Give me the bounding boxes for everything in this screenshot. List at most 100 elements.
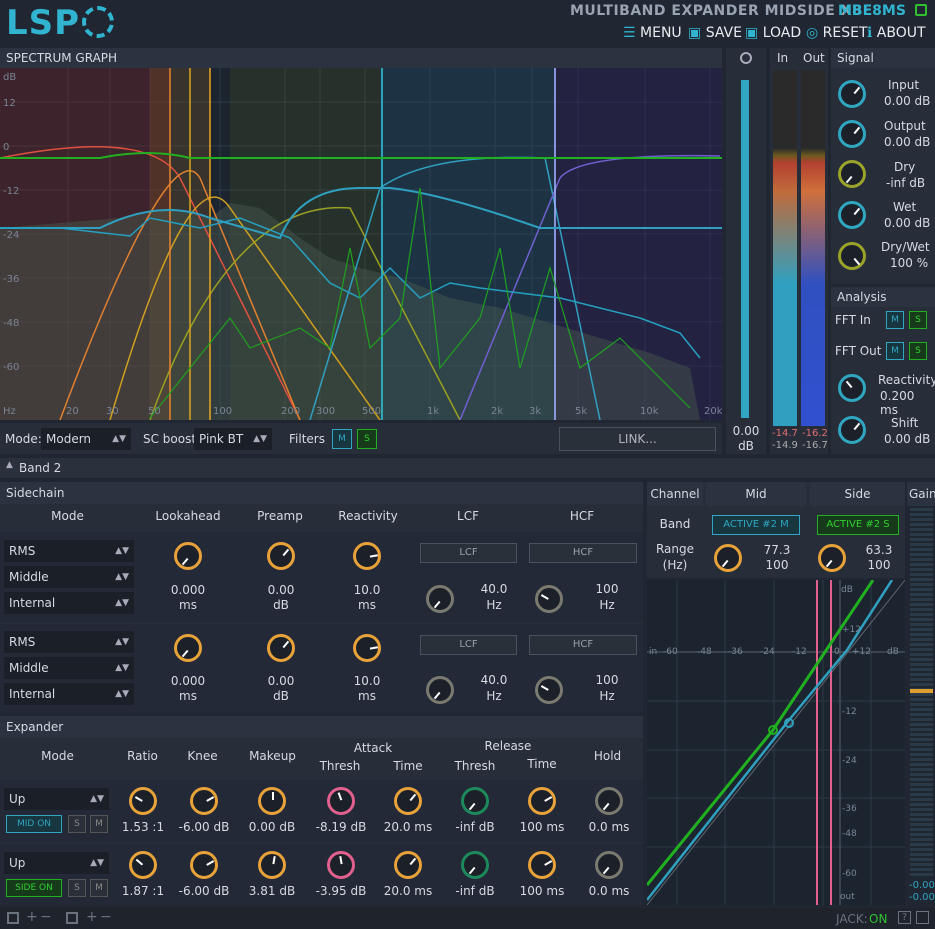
sc2-type-select[interactable]: Internal ▲▼ (4, 683, 134, 705)
sc1-preamp-knob[interactable] (267, 542, 295, 570)
transfer-curve-graph[interactable]: dB in -60 -48 -36 -24 -12 0 +12 dB +12 -… (647, 580, 905, 905)
sc1-lcf-knob[interactable] (426, 585, 454, 613)
svg-text:-12: -12 (3, 186, 19, 197)
svg-text:3k: 3k (529, 406, 541, 417)
output-label: Output (884, 119, 926, 133)
exp1-mode-select[interactable]: Up ▲▼ (4, 788, 109, 810)
exp1-ratio-knob[interactable] (129, 787, 157, 815)
menu-button[interactable]: ☰ MENU (623, 24, 682, 42)
svg-text:-60: -60 (842, 869, 857, 879)
zoom-out-icon[interactable]: − (40, 909, 52, 925)
fft-out-m-button[interactable]: M (886, 342, 904, 360)
side-on-button[interactable]: SIDE ON (6, 879, 62, 897)
jack-label: JACK: (836, 912, 868, 926)
dry-knob[interactable] (838, 160, 866, 188)
sc1-mode-select[interactable]: RMS ▲▼ (4, 540, 134, 562)
svg-text:-24: -24 (760, 647, 775, 657)
exp1-mute-button[interactable]: M (90, 815, 108, 833)
reactivity-knob[interactable] (838, 374, 866, 402)
exp-sub-release-time: Time (527, 757, 557, 771)
side-range-knob[interactable] (818, 544, 846, 572)
sc1-type-select[interactable]: Internal ▲▼ (4, 592, 134, 614)
exp2-makeup-knob[interactable] (258, 851, 286, 879)
sc1-source-select[interactable]: Middle ▲▼ (4, 566, 134, 588)
fft-in-label: FFT In (835, 313, 871, 327)
font-increase-icon[interactable]: + (86, 909, 98, 925)
sc-boost-select[interactable]: Pink BT ▲▼ (194, 428, 272, 450)
about-button[interactable]: ℹ ABOUT (867, 24, 926, 42)
svg-text:100: 100 (213, 406, 232, 417)
exp1-attack-time-value: 20.0 ms (383, 820, 433, 834)
filters-s-button[interactable]: S (357, 429, 377, 449)
spectrum-graph[interactable]: dB 12 0 -12 -24 -36 -48 -60 Hz 20 30 50 … (0, 68, 722, 420)
sc2-mode-select[interactable]: RMS ▲▼ (4, 631, 134, 653)
exp1-release-time-knob[interactable] (528, 787, 556, 815)
sc2-hcf-button[interactable]: HCF (529, 635, 637, 655)
exp1-attack-time-knob[interactable] (394, 787, 422, 815)
output-knob[interactable] (838, 120, 866, 148)
exp2-solo-button[interactable]: S (68, 879, 86, 897)
font-size-icon[interactable] (66, 912, 78, 924)
sc2-lcf-button[interactable]: LCF (420, 635, 517, 655)
exp2-release-time-knob[interactable] (528, 851, 556, 879)
zoom-icon[interactable] (740, 52, 752, 64)
sc2-lcf-knob[interactable] (426, 676, 454, 704)
sc2-hcf-knob[interactable] (535, 676, 563, 704)
sc2-reactivity-value: 10.0 (353, 674, 381, 688)
font-decrease-icon[interactable]: − (100, 909, 112, 925)
wet-knob[interactable] (838, 201, 866, 229)
side-active-button[interactable]: ACTIVE #2 S (817, 515, 899, 535)
sc1-hcf-knob[interactable] (535, 585, 563, 613)
exp2-ratio-knob[interactable] (129, 851, 157, 879)
sc2-reactivity-knob[interactable] (353, 634, 381, 662)
help-icon[interactable]: ? (898, 911, 911, 924)
zoom-slider[interactable] (741, 80, 749, 418)
mid-range-knob[interactable] (714, 544, 742, 572)
exp2-knee-knob[interactable] (190, 851, 218, 879)
fft-in-m-button[interactable]: M (886, 311, 904, 329)
save-button[interactable]: ▣ SAVE (688, 24, 742, 42)
mid-on-button[interactable]: MID ON (6, 815, 62, 833)
load-button[interactable]: ▣ LOAD (745, 24, 801, 42)
sc2-source-select[interactable]: Middle ▲▼ (4, 657, 134, 679)
mode-select[interactable]: Modern ▲▼ (41, 428, 131, 450)
band-expand-icon: ▲ (6, 460, 13, 470)
sc2-preamp-knob[interactable] (267, 634, 295, 662)
exp2-mode-select[interactable]: Up ▲▼ (4, 852, 109, 874)
exp1-release-thresh-knob[interactable] (461, 787, 489, 815)
exp2-attack-thresh-knob[interactable] (327, 851, 355, 879)
svg-text:-48: -48 (697, 647, 712, 657)
shift-knob[interactable] (838, 416, 866, 444)
sc1-lcf-button[interactable]: LCF (420, 543, 517, 563)
fft-out-s-button[interactable]: S (909, 342, 927, 360)
zoom-in-icon[interactable]: + (26, 909, 38, 925)
exp2-attack-time-knob[interactable] (394, 851, 422, 879)
exp1-solo-button[interactable]: S (68, 815, 86, 833)
exp2-hold-knob[interactable] (595, 851, 623, 879)
dry-wet-knob[interactable] (838, 242, 866, 270)
exp1-makeup-knob[interactable] (258, 787, 286, 815)
mid-active-button[interactable]: ACTIVE #2 M (712, 515, 800, 535)
sc1-lookahead-unit: ms (179, 598, 197, 612)
svg-text:-36: -36 (3, 274, 19, 285)
resize-icon[interactable] (916, 911, 929, 924)
reset-button[interactable]: ◎ RESET (806, 24, 868, 42)
sc1-reactivity-knob[interactable] (353, 542, 381, 570)
link-button[interactable]: LINK... (559, 427, 716, 451)
sc1-hcf-button[interactable]: HCF (529, 543, 637, 563)
window-size-icon[interactable] (7, 912, 19, 924)
sc1-lookahead-knob[interactable] (174, 542, 202, 570)
fft-in-s-button[interactable]: S (909, 311, 927, 329)
input-knob[interactable] (838, 80, 866, 108)
exp2-release-thresh-knob[interactable] (461, 851, 489, 879)
power-icon[interactable] (915, 4, 927, 16)
exp1-knee-knob[interactable] (190, 787, 218, 815)
exp1-hold-knob[interactable] (595, 787, 623, 815)
sc2-lookahead-knob[interactable] (174, 634, 202, 662)
exp1-attack-thresh-knob[interactable] (327, 787, 355, 815)
exp2-mute-button[interactable]: M (90, 879, 108, 897)
band-row[interactable] (0, 458, 935, 478)
filters-m-button[interactable]: M (332, 429, 352, 449)
sc-col-lookahead: Lookahead (155, 509, 221, 523)
svg-text:-12: -12 (842, 707, 857, 717)
